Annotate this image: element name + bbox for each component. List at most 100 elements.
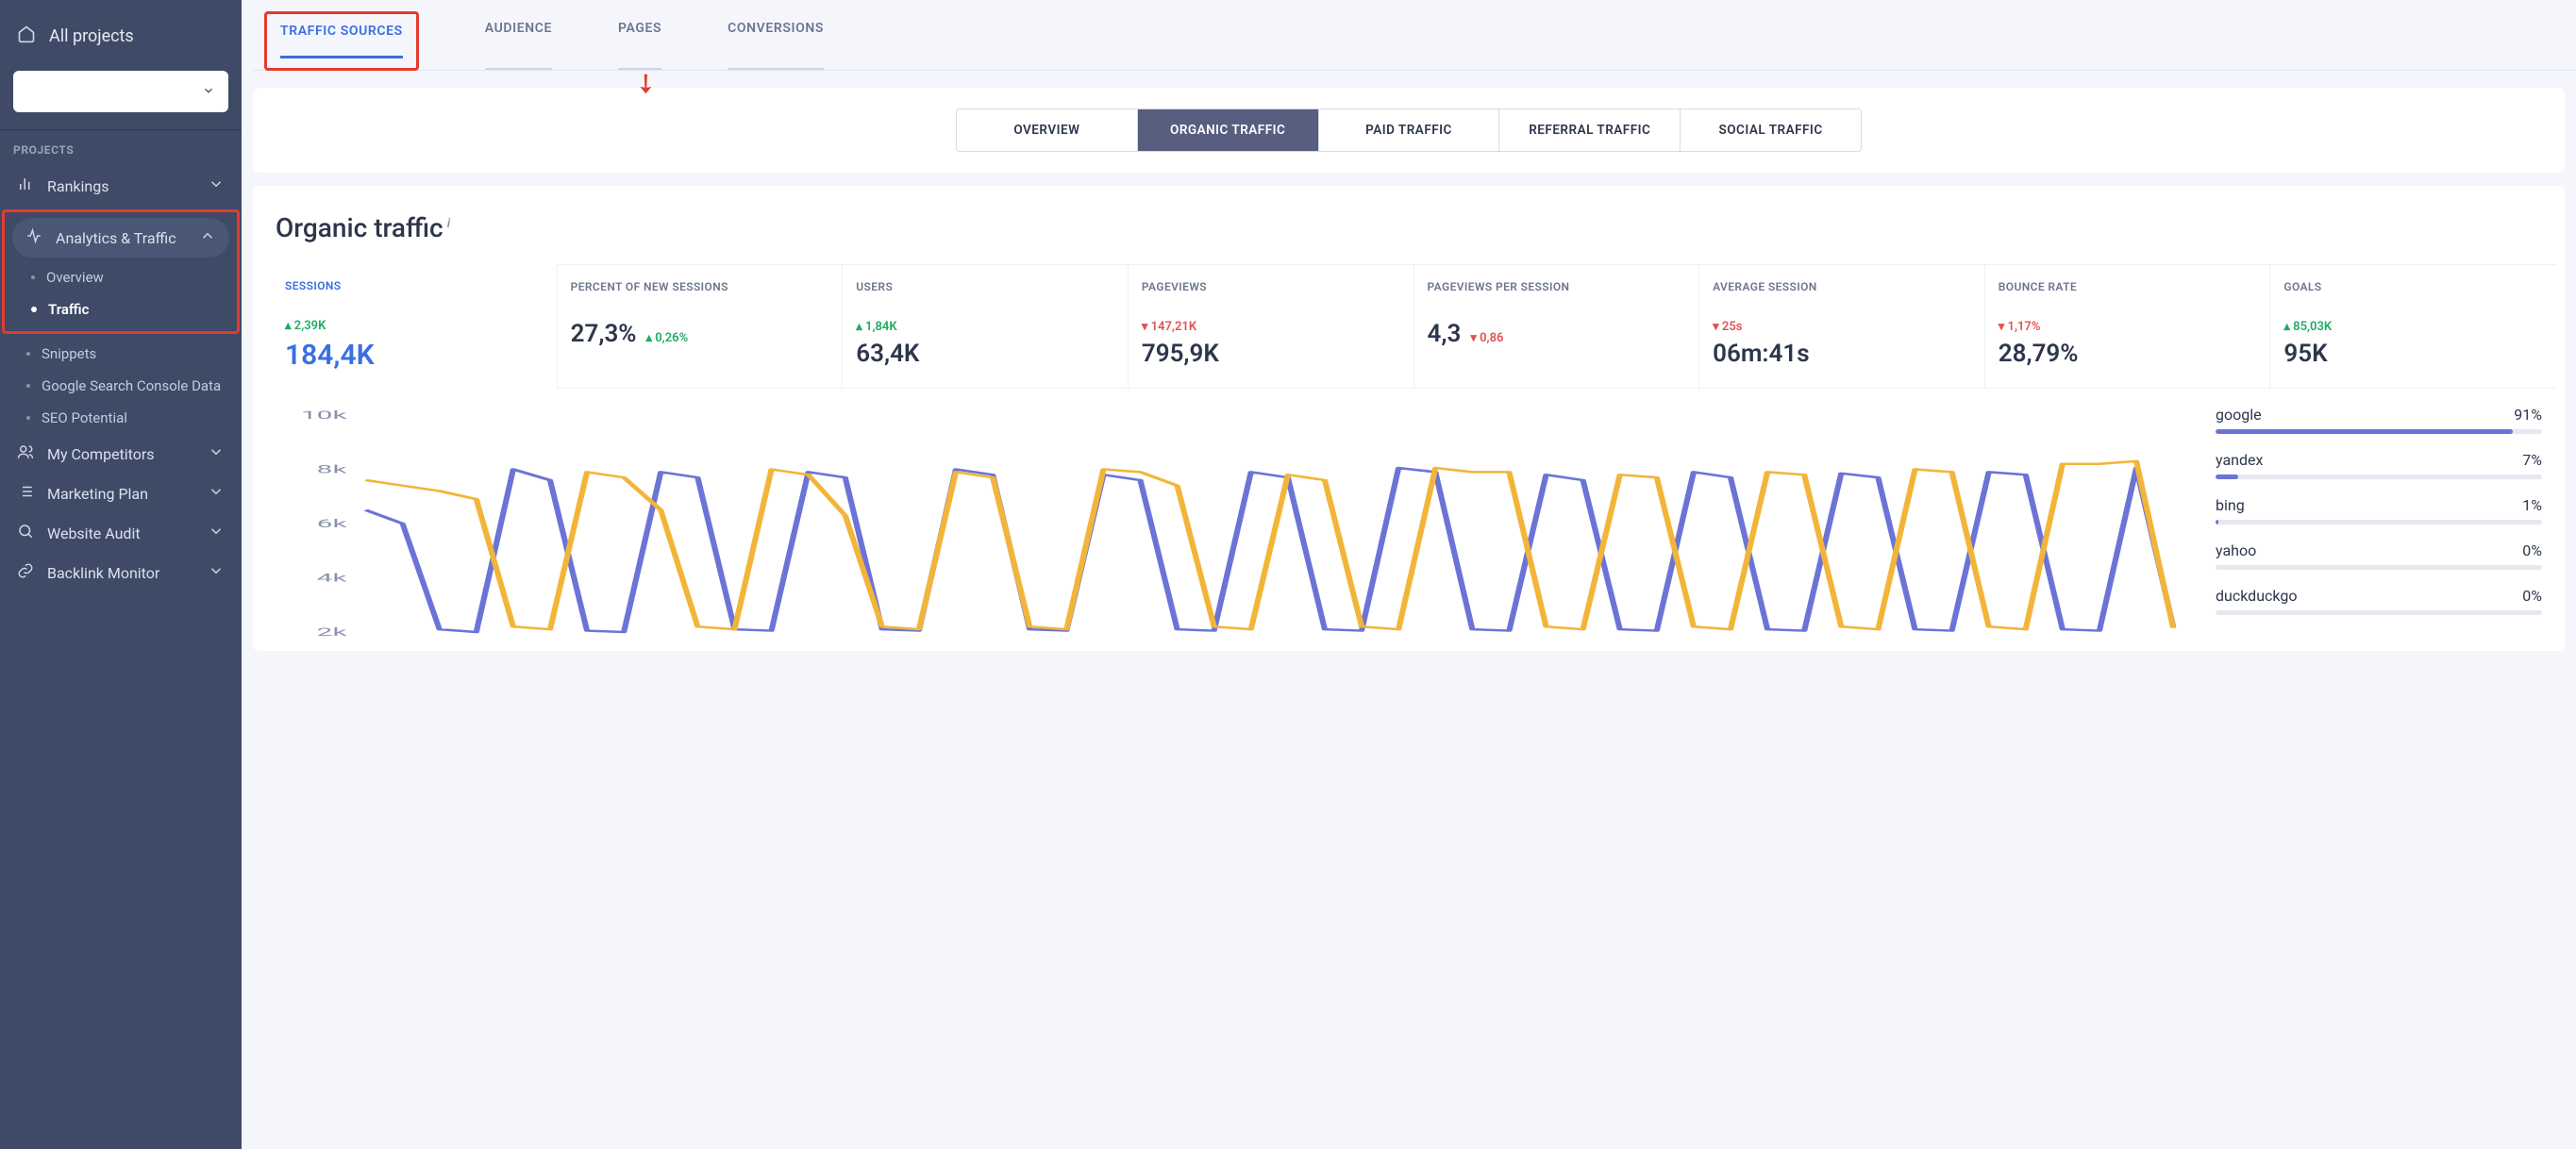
kpi-value: 27,3% bbox=[571, 320, 637, 348]
kpi-delta: 2,39K bbox=[285, 319, 326, 333]
top-tabs: TRAFFIC SOURCES AUDIENCE PAGES CONVERSIONS bbox=[253, 0, 2576, 71]
page-title: Organic traffici bbox=[276, 212, 2555, 243]
source-yahoo[interactable]: yahoo 0% bbox=[2216, 541, 2542, 570]
link-icon bbox=[17, 562, 34, 583]
source-duckduckgo[interactable]: duckduckgo0% bbox=[2216, 587, 2542, 615]
bars-icon bbox=[17, 175, 34, 196]
kpi-label: PAGEVIEWS bbox=[1142, 280, 1400, 307]
search-icon bbox=[17, 523, 34, 543]
kpi-delta: 25s bbox=[1713, 320, 1742, 334]
segments-panel: OVERVIEWORGANIC TRAFFICPAID TRAFFICREFER… bbox=[253, 88, 2565, 173]
source-bar bbox=[2216, 429, 2542, 434]
kpi-label: PERCENT OF NEW SESSIONS bbox=[571, 280, 829, 307]
bullet-icon bbox=[31, 275, 35, 279]
source-pct: 0% bbox=[2522, 587, 2542, 605]
source-google[interactable]: google 91% bbox=[2216, 406, 2542, 434]
kpi-label: AVERAGE SESSION bbox=[1713, 280, 1971, 307]
all-projects-label: All projects bbox=[49, 26, 134, 46]
kpi-label: BOUNCE RATE bbox=[1999, 280, 2257, 307]
chevron-down-icon bbox=[208, 523, 225, 543]
kpi-average-session[interactable]: AVERAGE SESSION 25s 06m:41s bbox=[1698, 264, 1984, 389]
sidebar-subitem-traffic[interactable]: Traffic bbox=[5, 293, 237, 325]
svg-text:10k: 10k bbox=[301, 408, 347, 422]
kpi-value: 795,9K bbox=[1142, 340, 1400, 368]
sidebar: All projects PROJECTS Rankings Analytics … bbox=[0, 0, 242, 1149]
sidebar-item-rankings[interactable]: Rankings bbox=[0, 166, 242, 206]
sidebar-subitem-label: Traffic bbox=[48, 301, 89, 318]
sidebar-item-label: Rankings bbox=[47, 177, 109, 195]
svg-text:4k: 4k bbox=[317, 571, 348, 584]
kpi-bounce-rate[interactable]: BOUNCE RATE 1,17% 28,79% bbox=[1984, 264, 2270, 389]
bullet-icon bbox=[31, 307, 37, 312]
divider bbox=[0, 129, 242, 130]
sidebar-subitem-overview[interactable]: Overview bbox=[5, 261, 237, 293]
sidebar-item-label: Backlink Monitor bbox=[47, 564, 159, 582]
source-bar bbox=[2216, 520, 2542, 525]
kpi-value: 28,79% bbox=[1999, 340, 2257, 368]
source-name: google bbox=[2216, 406, 2262, 424]
source-name: yahoo bbox=[2216, 541, 2256, 559]
chevron-up-icon bbox=[199, 227, 216, 248]
svg-text:8k: 8k bbox=[317, 462, 348, 475]
segment-social-traffic[interactable]: SOCIAL TRAFFIC bbox=[1681, 109, 1861, 151]
pulse-icon bbox=[25, 227, 42, 248]
segment-referral-traffic[interactable]: REFERRAL TRAFFIC bbox=[1499, 109, 1681, 151]
sidebar-item-label: Website Audit bbox=[47, 525, 141, 542]
kpi-label: SESSIONS bbox=[285, 279, 544, 306]
info-icon[interactable]: i bbox=[447, 216, 450, 231]
bullet-icon bbox=[26, 416, 30, 420]
tab-pages[interactable]: PAGES bbox=[618, 21, 661, 70]
sidebar-item-website-audit[interactable]: Website Audit bbox=[0, 513, 242, 553]
chevron-down-icon bbox=[208, 443, 225, 464]
source-yandex[interactable]: yandex7% bbox=[2216, 451, 2542, 479]
chevron-down-icon bbox=[202, 83, 215, 101]
segment-control: OVERVIEWORGANIC TRAFFICPAID TRAFFICREFER… bbox=[956, 108, 1862, 152]
sidebar-item-my-competitors[interactable]: My Competitors bbox=[0, 434, 242, 474]
kpi-pageviews[interactable]: PAGEVIEWS 147,21K 795,9K bbox=[1128, 264, 1413, 389]
chevron-down-icon bbox=[208, 562, 225, 583]
sidebar-subitem-google-search-console-data[interactable]: Google Search Console Data bbox=[0, 370, 242, 402]
kpi-value: 4,3 bbox=[1428, 320, 1462, 348]
source-pct: 91% bbox=[2514, 406, 2542, 424]
tab-audience[interactable]: AUDIENCE bbox=[485, 21, 552, 70]
bullet-icon bbox=[26, 384, 30, 388]
sidebar-item-label: My Competitors bbox=[47, 445, 155, 463]
project-select[interactable] bbox=[13, 71, 228, 112]
kpi-pageviews-per-session[interactable]: PAGEVIEWS PER SESSION 4,3 0,86 bbox=[1413, 264, 1699, 389]
segment-organic-traffic[interactable]: ORGANIC TRAFFIC bbox=[1138, 109, 1319, 151]
kpi-label: GOALS bbox=[2283, 280, 2542, 307]
kpi-delta: 85,03K bbox=[2283, 320, 2332, 334]
tab-conversions[interactable]: CONVERSIONS bbox=[728, 21, 824, 70]
kpi-goals[interactable]: GOALS 85,03K 95K bbox=[2269, 264, 2555, 389]
sidebar-item-backlink-monitor[interactable]: Backlink Monitor bbox=[0, 553, 242, 592]
sessions-chart: 10k8k6k4k2k bbox=[272, 406, 2197, 641]
kpi-delta: 1,17% bbox=[1999, 320, 2041, 334]
tab-traffic-sources[interactable]: TRAFFIC SOURCES bbox=[280, 24, 403, 58]
kpi-delta: 147,21K bbox=[1142, 320, 1196, 334]
sidebar-item-marketing-plan[interactable]: Marketing Plan bbox=[0, 474, 242, 513]
source-pct: 0% bbox=[2522, 541, 2542, 559]
sidebar-subitem-label: Snippets bbox=[42, 345, 96, 362]
sidebar-item-analytics-traffic[interactable]: Analytics & Traffic bbox=[12, 218, 229, 258]
sidebar-heading: PROJECTS bbox=[0, 143, 242, 166]
segment-overview[interactable]: OVERVIEW bbox=[957, 109, 1138, 151]
kpi-sessions[interactable]: SESSIONS2,39K184,4K bbox=[272, 264, 557, 389]
segment-paid-traffic[interactable]: PAID TRAFFIC bbox=[1319, 109, 1500, 151]
kpi-label: PAGEVIEWS PER SESSION bbox=[1428, 280, 1686, 307]
all-projects-link[interactable]: All projects bbox=[0, 11, 242, 61]
kpi-value: 95K bbox=[2283, 340, 2542, 368]
svg-text:6k: 6k bbox=[317, 517, 348, 530]
chevron-down-icon bbox=[208, 175, 225, 196]
source-bing[interactable]: bing1% bbox=[2216, 496, 2542, 525]
source-name: yandex bbox=[2216, 451, 2263, 469]
source-bar bbox=[2216, 565, 2542, 570]
kpi-percent-of-new-sessions[interactable]: PERCENT OF NEW SESSIONS27,3%0,26% bbox=[557, 264, 843, 389]
kpi-delta: 0,86 bbox=[1470, 331, 1503, 345]
sidebar-subitem-snippets[interactable]: Snippets bbox=[0, 338, 242, 370]
chevron-down-icon bbox=[208, 483, 225, 504]
kpi-row: SESSIONS2,39K184,4KPERCENT OF NEW SESSIO… bbox=[272, 264, 2555, 389]
sidebar-subitem-seo-potential[interactable]: SEO Potential bbox=[0, 402, 242, 434]
kpi-value: 06m:41s bbox=[1713, 340, 1971, 368]
kpi-users[interactable]: USERS1,84K63,4K bbox=[842, 264, 1128, 389]
list-icon bbox=[17, 483, 34, 504]
